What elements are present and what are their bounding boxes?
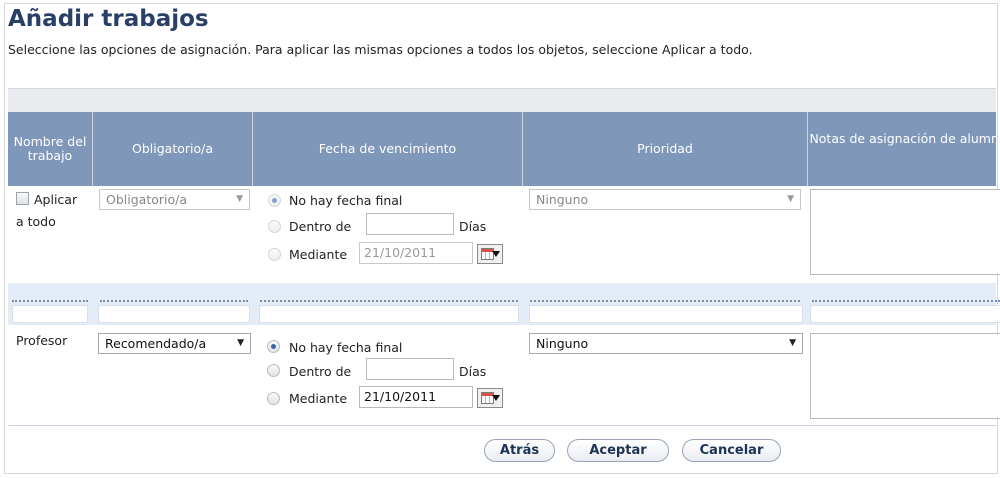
row-by-radio[interactable] [267, 392, 280, 405]
apply-all-label-line2: a todo [16, 214, 56, 229]
apply-all-notes-textarea[interactable] [810, 189, 1000, 275]
header-due-date: Fecha de vencimiento [253, 112, 523, 186]
apply-all-checkbox[interactable] [16, 192, 29, 205]
header-name: Nombre del trabajo [8, 112, 93, 186]
divider [812, 300, 1000, 302]
spacer-cell [98, 305, 250, 323]
row-required-value: Recomendado/a [105, 336, 207, 351]
spacer-cell [259, 305, 519, 323]
apply-all-within-input[interactable] [366, 213, 454, 235]
row-within-label: Dentro de [289, 364, 352, 379]
row-notes-textarea[interactable] [810, 333, 1000, 419]
header-priority: Prioridad [523, 112, 808, 186]
row-within-radio[interactable] [267, 364, 280, 377]
accept-button[interactable]: Aceptar [567, 439, 669, 462]
chevron-down-icon [492, 395, 500, 401]
row-priority-value: Ninguno [536, 336, 589, 351]
spacer-cell [12, 305, 88, 323]
apply-all-by-date-input[interactable]: 21/10/2011 [359, 242, 473, 264]
apply-all-days-label: Días [459, 219, 487, 234]
toolbar-strip [8, 88, 996, 112]
divider [100, 300, 248, 302]
divider [260, 300, 518, 302]
apply-all-no-end-radio[interactable] [268, 194, 281, 207]
apply-all-priority-value: Ninguno [536, 192, 589, 207]
spacer-cell [810, 305, 1000, 323]
row-by-label: Mediante [289, 391, 348, 406]
spacer-cell [529, 305, 803, 323]
chevron-down-icon [492, 251, 500, 257]
page-title: Añadir trabajos [8, 6, 209, 32]
chevron-down-icon: ▼ [237, 338, 244, 348]
divider [530, 300, 800, 302]
apply-all-priority-select[interactable]: Ninguno ▼ [529, 189, 801, 210]
apply-all-by-label: Mediante [289, 247, 348, 262]
chevron-down-icon: ▼ [787, 194, 794, 204]
row-no-end-radio[interactable] [267, 340, 280, 353]
page-subtitle: Seleccione las opciones de asignación. P… [8, 42, 753, 57]
table-bottom-border [8, 425, 996, 426]
row-calendar-button[interactable] [477, 388, 503, 408]
chevron-down-icon: ▼ [236, 194, 243, 204]
row-days-label: Días [459, 364, 487, 379]
apply-all-required-select[interactable]: Obligatorio/a ▼ [99, 189, 250, 210]
row-within-input[interactable] [366, 358, 454, 380]
header-required: Obligatorio/a [93, 112, 253, 186]
row-by-date-input[interactable]: 21/10/2011 [359, 386, 473, 408]
apply-all-calendar-button[interactable] [477, 244, 503, 264]
row-priority-select[interactable]: Ninguno ▼ [529, 333, 803, 354]
chevron-down-icon: ▼ [789, 338, 796, 348]
header-notes: Notas de asignación de alumno [809, 131, 996, 146]
apply-all-required-value: Obligatorio/a [106, 192, 187, 207]
back-button[interactable]: Atrás [484, 439, 555, 462]
table-header: Nombre del trabajo Obligatorio/a Fecha d… [8, 112, 996, 186]
cancel-button[interactable]: Cancelar [682, 439, 781, 462]
apply-all-no-end-label: No hay fecha final [289, 193, 403, 208]
divider [12, 300, 88, 302]
apply-all-by-radio[interactable] [268, 248, 281, 261]
apply-all-within-radio[interactable] [268, 220, 281, 233]
apply-all-label: Aplicar [34, 192, 78, 207]
row-no-end-label: No hay fecha final [289, 340, 403, 355]
row-name: Profesor [16, 333, 68, 348]
row-required-select[interactable]: Recomendado/a ▼ [98, 333, 251, 354]
apply-all-within-label: Dentro de [289, 219, 352, 234]
